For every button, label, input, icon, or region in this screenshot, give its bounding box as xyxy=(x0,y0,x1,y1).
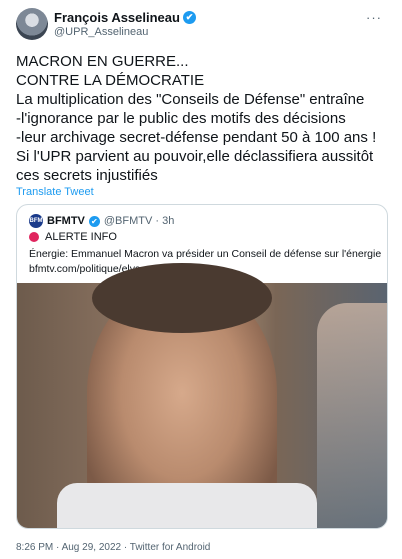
tweet-text: MACRON EN GUERRE... CONTRE LA DÉMOCRATIE… xyxy=(16,52,388,185)
tweet-timestamp[interactable]: 8:26 PM · Aug 29, 2022 · Twitter for And… xyxy=(16,542,210,553)
tweet-line: Si l'UPR parvient au pouvoir,elle déclas… xyxy=(16,148,374,165)
quoted-author-name: BFMTV xyxy=(47,215,85,227)
portrait-collar-image xyxy=(57,483,317,528)
bfmtv-logo-icon: BFM xyxy=(29,214,43,228)
author-handle[interactable]: @UPR_Asselineau xyxy=(54,26,148,38)
tweet-line: MACRON EN GUERRE... xyxy=(16,53,189,70)
quoted-tweet-header: BFM BFMTV ✔ @BFMTV · 3h xyxy=(29,214,174,228)
portrait-hair-image xyxy=(92,263,272,333)
alert-label: ALERTE INFO xyxy=(29,231,117,243)
background-person-image xyxy=(317,303,387,528)
verified-badge-icon: ✔ xyxy=(182,11,196,24)
translate-tweet-link[interactable]: Translate Tweet xyxy=(16,186,94,198)
tweet-line: ces secrets injustifiés xyxy=(16,167,158,184)
tweet-line: -l'ignorance par le public des motifs de… xyxy=(16,110,346,127)
tweet-header: François Asselineau ✔ @UPR_Asselineau ··… xyxy=(16,8,386,48)
alert-text: ALERTE INFO xyxy=(45,231,117,243)
tweet-line: CONTRE LA DÉMOCRATIE xyxy=(16,72,205,89)
tweet-line: -leur archivage secret-défense pendant 5… xyxy=(16,129,377,146)
quoted-tweet[interactable]: BFM BFMTV ✔ @BFMTV · 3h ALERTE INFO Éner… xyxy=(16,204,388,529)
author-avatar[interactable] xyxy=(16,8,48,40)
quoted-tweet-photo[interactable] xyxy=(17,263,387,528)
quoted-body-line: Énergie: Emmanuel Macron va présider un … xyxy=(29,248,382,260)
red-circle-icon xyxy=(29,232,39,242)
quoted-verified-badge-icon: ✔ xyxy=(88,215,100,227)
author-name-row: François Asselineau ✔ xyxy=(54,10,196,25)
more-options-icon[interactable]: ··· xyxy=(366,10,382,25)
author-name[interactable]: François Asselineau xyxy=(54,10,180,25)
tweet-line: La multiplication des "Conseils de Défen… xyxy=(16,91,365,108)
quoted-handle-time: @BFMTV · 3h xyxy=(103,215,175,227)
